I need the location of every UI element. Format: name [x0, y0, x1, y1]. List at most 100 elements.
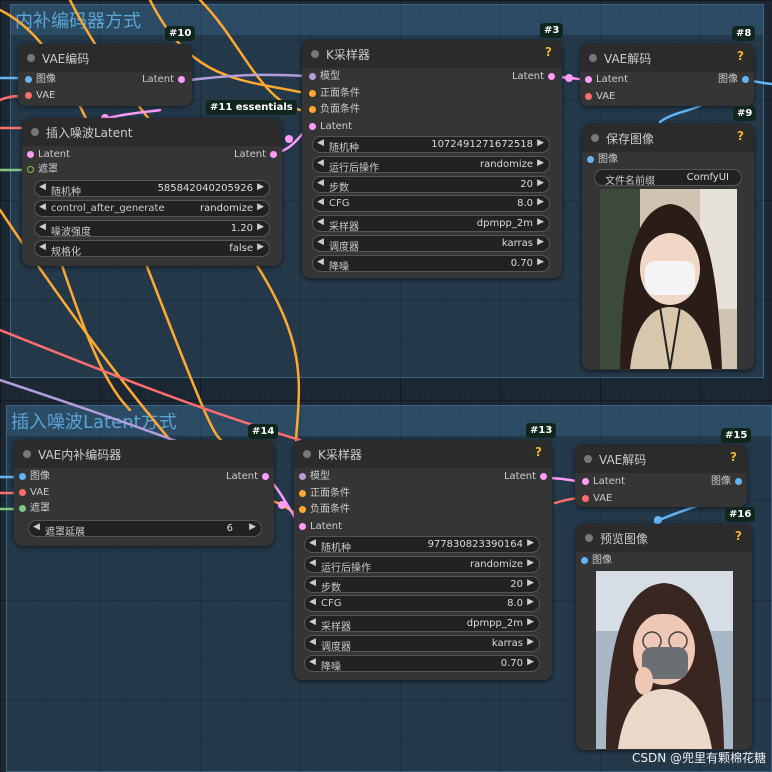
input-image[interactable]: 图像 — [16, 470, 50, 484]
input-latent[interactable]: Latent — [579, 475, 625, 489]
socket-conditioning-icon[interactable] — [309, 106, 316, 113]
node-header[interactable]: VAE内补编码器 — [14, 440, 274, 468]
increment-arrow-icon[interactable]: ▶ — [257, 242, 264, 252]
decrement-arrow-icon[interactable]: ◀ — [309, 597, 316, 607]
decrement-arrow-icon[interactable]: ◀ — [309, 578, 316, 588]
help-icon[interactable]: ? — [535, 445, 542, 459]
widget-cfg[interactable]: ◀ CFG 8.0 ▶ — [312, 195, 550, 213]
output-latent[interactable]: Latent — [142, 73, 188, 87]
output-latent[interactable]: Latent — [504, 470, 550, 484]
decrement-arrow-icon[interactable]: ◀ — [39, 202, 46, 212]
socket-latent-icon[interactable] — [585, 76, 592, 83]
decrement-arrow-icon[interactable]: ◀ — [317, 257, 324, 267]
collapse-dot-icon[interactable] — [584, 455, 592, 463]
input-vae[interactable]: VAE — [579, 492, 612, 506]
increment-arrow-icon[interactable]: ▶ — [257, 182, 264, 192]
socket-conditioning-icon[interactable] — [309, 90, 316, 97]
decrement-arrow-icon[interactable]: ◀ — [309, 637, 316, 647]
help-icon[interactable]: ? — [737, 129, 744, 143]
decrement-arrow-icon[interactable]: ◀ — [317, 197, 324, 207]
node-ksampler[interactable]: K采样器? 模型 正面条件 负面条件 Latent Latent ◀ 随机种 977… — [294, 440, 552, 680]
input-positive[interactable]: 正面条件 — [296, 487, 350, 501]
socket-latent-icon[interactable] — [178, 76, 185, 83]
node-header[interactable]: K采样器? — [302, 40, 562, 68]
input-mask[interactable]: 遮罩 — [24, 163, 58, 177]
increment-arrow-icon[interactable]: ▶ — [527, 538, 534, 548]
input-latent[interactable]: Latent — [296, 520, 342, 534]
help-icon[interactable]: ? — [545, 45, 552, 59]
socket-latent-icon[interactable] — [548, 73, 555, 80]
node-header[interactable]: VAE编码 — [18, 44, 192, 72]
decrement-arrow-icon[interactable]: ◀ — [317, 237, 324, 247]
increment-arrow-icon[interactable]: ▶ — [537, 178, 544, 188]
decrement-arrow-icon[interactable]: ◀ — [33, 522, 40, 532]
widget-grow-mask[interactable]: ◀ 遮罩延展 6 ▶ — [28, 520, 262, 538]
input-negative[interactable]: 负面条件 — [306, 103, 360, 117]
widget-sampler[interactable]: ◀ 采样器 dpmpp_2m ▶ — [312, 215, 550, 233]
node-header[interactable]: 保存图像? — [582, 124, 754, 152]
socket-latent-icon[interactable] — [309, 123, 316, 130]
socket-image-icon[interactable] — [25, 76, 32, 83]
increment-arrow-icon[interactable]: ▶ — [537, 197, 544, 207]
increment-arrow-icon[interactable]: ▶ — [527, 597, 534, 607]
decrement-arrow-icon[interactable]: ◀ — [39, 242, 46, 252]
widget-steps[interactable]: ◀ 步数 20 ▶ — [304, 575, 540, 594]
widget-denoise[interactable]: ◀ 降噪 0.70 ▶ — [312, 254, 550, 273]
help-icon[interactable]: ? — [730, 450, 737, 464]
widget-scheduler[interactable]: ◀ 调度器 karras ▶ — [304, 635, 540, 653]
input-negative[interactable]: 负面条件 — [296, 503, 350, 517]
increment-arrow-icon[interactable]: ▶ — [527, 657, 534, 667]
node-preview-image[interactable]: 预览图像? 图像 — [576, 524, 752, 750]
widget-scheduler[interactable]: ◀ 调度器 karras ▶ — [312, 235, 550, 253]
widget-control-after-generate[interactable]: ◀ 运行后操作 randomize ▶ — [312, 155, 550, 174]
widget-seed[interactable]: ◀ 随机种 585842040205926 ▶ — [34, 180, 270, 198]
socket-image-icon[interactable] — [587, 156, 594, 163]
output-image[interactable]: 图像 — [718, 73, 752, 87]
widget-cfg[interactable]: ◀ CFG 8.0 ▶ — [304, 595, 540, 613]
widget-control-after-generate[interactable]: ◀ control_after_generate randomize ▶ — [34, 200, 270, 217]
output-latent[interactable]: Latent — [512, 70, 558, 84]
increment-arrow-icon[interactable]: ▶ — [537, 257, 544, 267]
input-image[interactable]: 图像 — [22, 73, 56, 87]
node-inject-noise-latent[interactable]: 插入噪波Latent Latent 遮罩 Latent ◀ 随机种 58584204… — [22, 118, 282, 266]
node-vae-decode[interactable]: VAE解码? Latent VAE 图像 — [575, 445, 747, 507]
socket-vae-icon[interactable] — [19, 489, 26, 496]
node-ksampler[interactable]: K采样器? 模型 正面条件 负面条件 Latent Latent ◀ 随机种 107… — [302, 40, 562, 278]
node-vae-decode[interactable]: VAE解码? Latent VAE 图像 — [580, 44, 754, 106]
increment-arrow-icon[interactable]: ▶ — [527, 578, 534, 588]
widget-filename-prefix[interactable]: 文件名前缀 ComfyUI — [594, 169, 742, 187]
input-vae[interactable]: VAE — [582, 90, 615, 104]
socket-latent-icon[interactable] — [27, 151, 34, 158]
widget-noise-strength[interactable]: ◀ 噪波强度 1.20 ▶ — [34, 220, 270, 238]
help-icon[interactable]: ? — [735, 529, 742, 543]
increment-arrow-icon[interactable]: ▶ — [249, 522, 256, 532]
input-positive[interactable]: 正面条件 — [306, 87, 360, 101]
decrement-arrow-icon[interactable]: ◀ — [317, 178, 324, 188]
input-vae[interactable]: VAE — [16, 486, 49, 500]
collapse-dot-icon[interactable] — [311, 50, 319, 58]
decrement-arrow-icon[interactable]: ◀ — [309, 657, 316, 667]
socket-image-icon[interactable] — [742, 76, 749, 83]
increment-arrow-icon[interactable]: ▶ — [257, 222, 264, 232]
socket-vae-icon[interactable] — [582, 495, 589, 502]
input-mask[interactable]: 遮罩 — [16, 502, 50, 516]
decrement-arrow-icon[interactable]: ◀ — [309, 558, 316, 568]
socket-conditioning-icon[interactable] — [299, 490, 306, 497]
decrement-arrow-icon[interactable]: ◀ — [309, 538, 316, 548]
decrement-arrow-icon[interactable]: ◀ — [39, 182, 46, 192]
socket-image-icon[interactable] — [19, 473, 26, 480]
socket-image-icon[interactable] — [735, 478, 742, 485]
collapse-dot-icon[interactable] — [585, 534, 593, 542]
node-header[interactable]: K采样器? — [294, 440, 552, 468]
socket-mask-icon[interactable] — [27, 166, 34, 173]
collapse-dot-icon[interactable] — [591, 134, 599, 142]
collapse-dot-icon[interactable] — [303, 450, 311, 458]
collapse-dot-icon[interactable] — [27, 54, 35, 62]
socket-model-icon[interactable] — [309, 73, 316, 80]
socket-latent-icon[interactable] — [270, 151, 277, 158]
input-latent[interactable]: Latent — [582, 73, 628, 87]
widget-normalize[interactable]: ◀ 规格化 false ▶ — [34, 240, 270, 258]
input-image[interactable]: 图像 — [584, 153, 618, 167]
socket-latent-icon[interactable] — [299, 523, 306, 530]
node-vae-encode-inpaint[interactable]: VAE内补编码器 图像 VAE 遮罩 Latent ◀ 遮罩延展 6 ▶ — [14, 440, 274, 546]
